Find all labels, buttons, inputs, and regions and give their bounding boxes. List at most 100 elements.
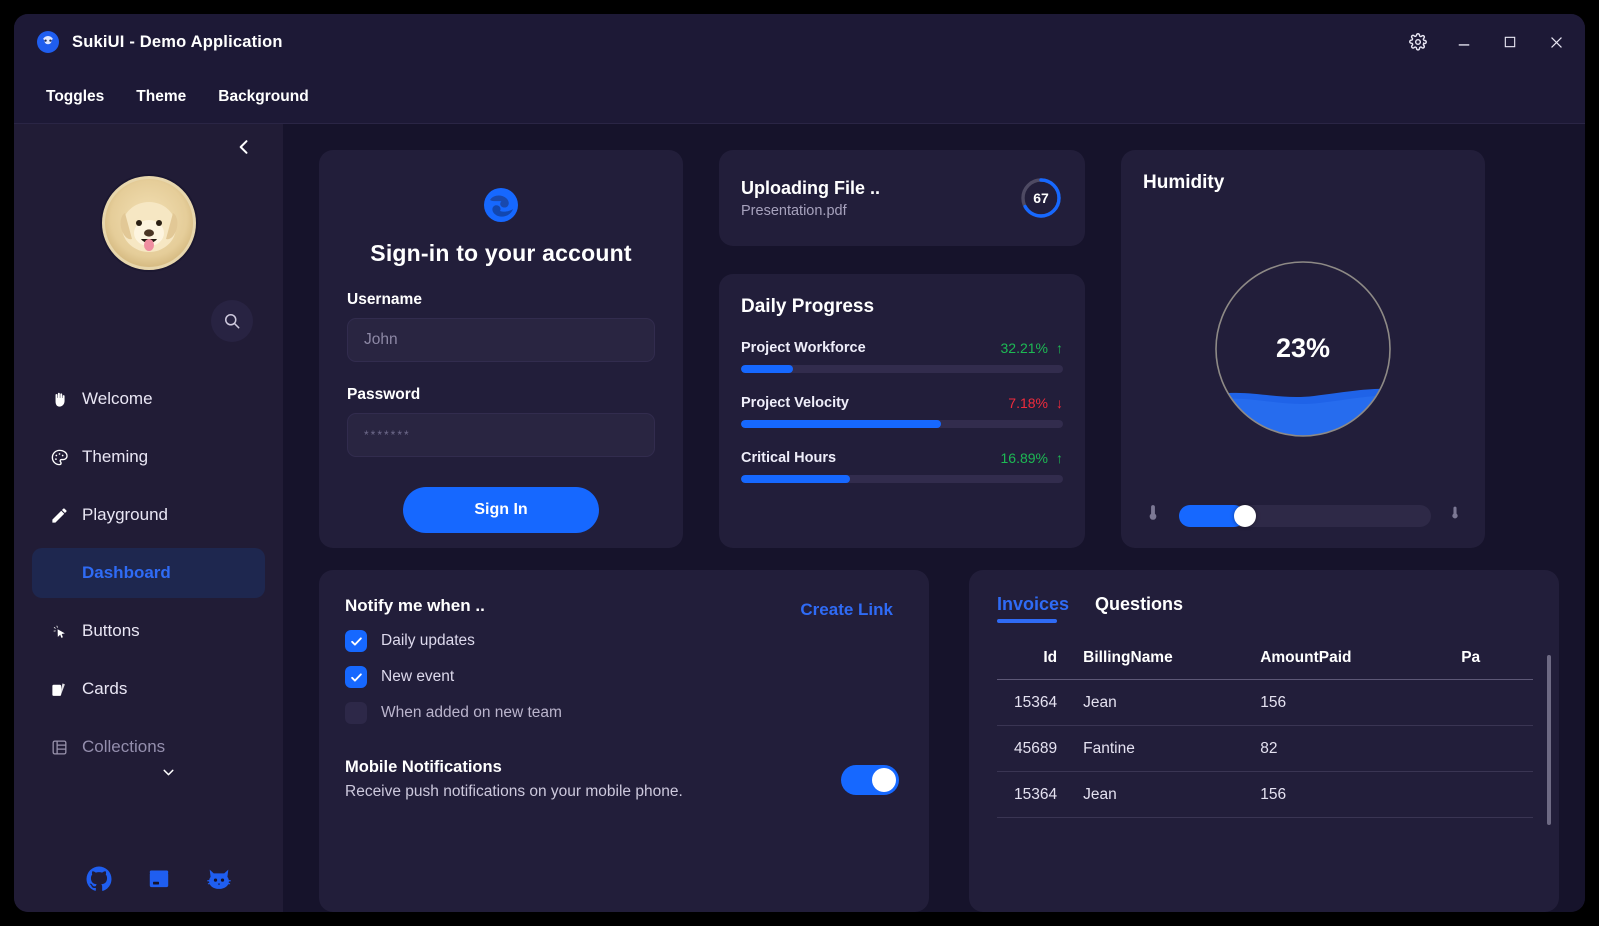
- invoices-scrollbar[interactable]: [1547, 655, 1551, 825]
- invoices-table: Id BillingName AmountPaid Pa 15364 Jean: [997, 649, 1533, 818]
- github-icon[interactable]: [84, 864, 114, 894]
- invoices-table-wrap: Id BillingName AmountPaid Pa 15364 Jean: [997, 649, 1559, 825]
- top-row: Sign-in to your account Username John Pa…: [319, 150, 1559, 548]
- hand-wave-icon: [48, 388, 70, 410]
- sidebar-item-cards[interactable]: Cards: [32, 664, 265, 714]
- cat-icon[interactable]: [204, 864, 234, 894]
- table-list-icon: [48, 736, 70, 758]
- column-header-pa[interactable]: Pa: [1461, 649, 1533, 680]
- cell-billingname: Jean: [1083, 679, 1261, 726]
- invoices-card: Invoices Questions Id BillingName Amount…: [969, 570, 1559, 912]
- mobile-notifications-title: Mobile Notifications: [345, 758, 502, 776]
- thermometer-icon: [1447, 505, 1463, 526]
- table-row[interactable]: 15364 Jean 156: [997, 771, 1533, 818]
- dog-avatar[interactable]: [101, 176, 196, 270]
- gear-icon[interactable]: [1395, 22, 1441, 62]
- nuget-package-icon[interactable]: [144, 864, 174, 894]
- arrow-down-icon: ↓: [1056, 395, 1063, 411]
- sidebar-item-label: Welcome: [82, 389, 153, 408]
- password-input[interactable]: *******: [347, 413, 655, 457]
- humidity-slider[interactable]: [1179, 504, 1431, 527]
- upload-filename: Presentation.pdf: [741, 202, 847, 219]
- sidebar-item-theming[interactable]: Theming: [32, 432, 265, 482]
- body: Welcome Theming Playground Dashboard But…: [14, 124, 1585, 912]
- cell-pa: [1461, 679, 1533, 726]
- signin-button[interactable]: Sign In: [403, 487, 599, 533]
- cell-pa: [1461, 725, 1533, 772]
- mobile-notifications-toggle[interactable]: [841, 764, 899, 795]
- edge-browser-icon: [480, 184, 522, 226]
- create-link-button[interactable]: Create Link: [794, 596, 899, 624]
- checkbox-when-added-on-new-team[interactable]: [345, 702, 367, 724]
- tab-questions[interactable]: Questions: [1095, 594, 1183, 623]
- metric-value: 7.18%: [1008, 395, 1048, 411]
- arrow-up-icon: ↑: [1056, 450, 1063, 466]
- cell-id: 15364: [997, 679, 1084, 726]
- mobile-notifications-subtitle: Receive push notifications on your mobil…: [345, 783, 683, 800]
- title-bar: SukiUI - Demo Application: [14, 14, 1585, 70]
- notify-title: Notify me when ..: [345, 596, 485, 615]
- sidebar-item-playground[interactable]: Playground: [32, 490, 265, 540]
- tab-invoices[interactable]: Invoices: [997, 594, 1069, 623]
- menu-item-theme[interactable]: Theme: [120, 82, 202, 112]
- notify-option-row[interactable]: New event: [345, 666, 562, 688]
- sidebar-item-dashboard[interactable]: Dashboard: [32, 548, 265, 598]
- humidity-gauge-wrap: 23%: [1143, 194, 1463, 503]
- maximize-icon[interactable]: [1487, 22, 1533, 62]
- metric-bar-fill: [741, 475, 851, 483]
- cell-billingname: Jean: [1083, 771, 1261, 818]
- menu-item-background[interactable]: Background: [202, 82, 324, 112]
- checkbox-label: When added on new team: [381, 704, 562, 721]
- metric-row: Project Velocity 7.18% ↓: [741, 395, 1063, 428]
- password-label: Password: [347, 386, 421, 403]
- invoices-table-body: 15364 Jean 156 45689 Fantine 82 15364 Je…: [997, 679, 1533, 818]
- cell-billingname: Fantine: [1083, 725, 1261, 772]
- sidebar-item-collections[interactable]: Collections: [32, 722, 265, 776]
- username-input[interactable]: John: [347, 318, 655, 362]
- table-row[interactable]: 45689 Fantine 82: [997, 725, 1533, 772]
- humidity-slider-knob[interactable]: [1233, 504, 1256, 527]
- menu-bar: Toggles Theme Background: [14, 70, 1585, 124]
- metric-bar-track: [741, 420, 1063, 428]
- upload-progress-ring: 67: [1019, 176, 1063, 220]
- pencil-icon: [48, 504, 70, 526]
- sidebar-item-label: Cards: [82, 679, 128, 698]
- sidebar-item-buttons[interactable]: Buttons: [32, 606, 265, 656]
- sidebar-item-label: Dashboard: [82, 563, 171, 582]
- notify-head: Notify me when .. Daily updates New even…: [345, 596, 899, 724]
- humidity-value: 23%: [1275, 333, 1331, 363]
- checkbox-new-event[interactable]: [345, 666, 367, 688]
- close-icon[interactable]: [1533, 22, 1579, 62]
- metric-value-group: 7.18% ↓: [1008, 395, 1063, 411]
- humidity-card: Humidity 23%: [1121, 150, 1485, 548]
- middle-column: Uploading File .. Presentation.pdf 67 Da…: [719, 150, 1085, 548]
- column-header-id[interactable]: Id: [997, 649, 1084, 680]
- checkbox-daily-updates[interactable]: [345, 630, 367, 652]
- sidebar-item-welcome[interactable]: Welcome: [32, 374, 265, 424]
- palette-icon: [48, 446, 70, 468]
- metric-name: Project Workforce: [741, 340, 866, 356]
- cell-amountpaid: 82: [1260, 725, 1462, 772]
- chevron-left-icon[interactable]: [231, 134, 257, 160]
- chevron-down-icon: [160, 764, 177, 786]
- sidebar-item-label: Playground: [82, 505, 169, 524]
- humidity-gauge: 23%: [1214, 260, 1392, 438]
- upload-title: Uploading File ..: [741, 177, 880, 198]
- menu-item-toggles[interactable]: Toggles: [30, 82, 120, 112]
- metric-value: 32.21%: [1000, 340, 1048, 356]
- column-header-amountpaid[interactable]: AmountPaid: [1260, 649, 1462, 680]
- metric-name: Critical Hours: [741, 450, 837, 466]
- column-header-billingname[interactable]: BillingName: [1083, 649, 1261, 680]
- sidebar-search-row: [14, 300, 283, 342]
- metric-bar-fill: [741, 420, 941, 428]
- minimize-icon[interactable]: [1441, 22, 1487, 62]
- main-content: Sign-in to your account Username John Pa…: [283, 124, 1585, 912]
- search-icon[interactable]: [211, 300, 253, 342]
- table-row[interactable]: 15364 Jean 156: [997, 679, 1533, 726]
- checkbox-label: Daily updates: [381, 632, 475, 649]
- notify-option-row[interactable]: When added on new team: [345, 702, 562, 724]
- metric-value: 16.89%: [1000, 450, 1048, 466]
- arrow-up-icon: ↑: [1056, 340, 1063, 356]
- notify-option-row[interactable]: Daily updates: [345, 630, 562, 652]
- cell-amountpaid: 156: [1260, 679, 1462, 726]
